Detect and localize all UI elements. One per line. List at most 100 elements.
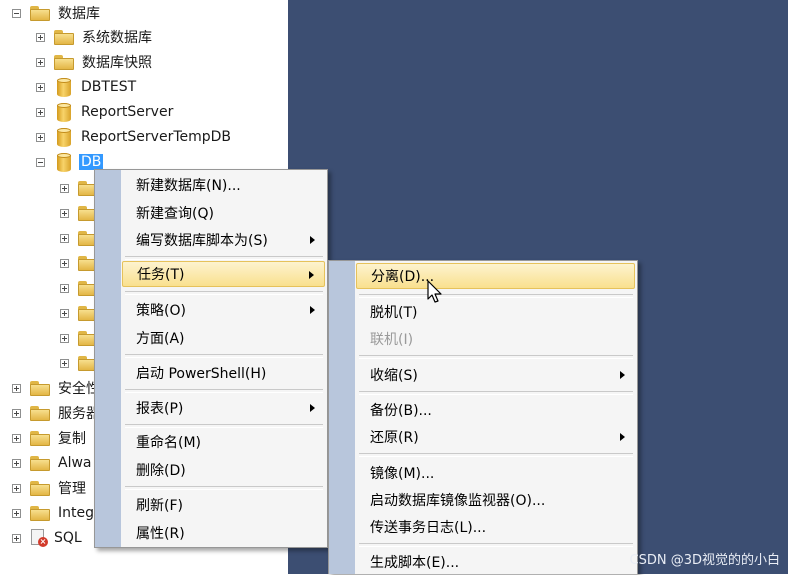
folder-icon (30, 455, 50, 471)
folder-icon (54, 54, 74, 70)
expand-icon[interactable] (60, 308, 69, 318)
folder-icon (30, 5, 50, 21)
submenu-arrow-icon (310, 404, 315, 412)
expand-icon[interactable] (60, 258, 69, 268)
expand-icon[interactable] (12, 408, 21, 418)
menu-item-take-offline[interactable]: 脱机(T) (356, 299, 635, 325)
tree-node-dbtest[interactable]: DBTEST (36, 76, 136, 98)
menu-item-new-query[interactable]: 新建查询(Q) (122, 200, 325, 226)
menu-item-facets[interactable]: 方面(A) (122, 325, 325, 351)
menu-separator (125, 291, 323, 295)
database-icon (57, 102, 71, 122)
folder-icon (30, 480, 50, 496)
folder-icon (30, 505, 50, 521)
menu-item-mirror[interactable]: 镜像(M)... (356, 460, 635, 486)
menu-item-tasks[interactable]: 任务(T) (122, 261, 325, 287)
menu-item-detach[interactable]: 分离(D)... (356, 263, 635, 289)
submenu-arrow-icon (620, 371, 625, 379)
menu-item-properties[interactable]: 属性(R) (122, 520, 325, 546)
menu-item-restore[interactable]: 还原(R) (356, 424, 635, 450)
menu-item-reports[interactable]: 报表(P) (122, 395, 325, 421)
expand-icon[interactable] (60, 183, 69, 193)
menu-separator (359, 355, 633, 359)
menu-item-new-database[interactable]: 新建数据库(N)... (122, 172, 325, 198)
collapse-icon[interactable] (36, 157, 45, 167)
menu-item-refresh[interactable]: 刷新(F) (122, 492, 325, 518)
menu-item-shrink[interactable]: 收缩(S) (356, 362, 635, 388)
folder-icon (54, 29, 74, 45)
tree-node-label: DBTEST (81, 79, 137, 95)
database-icon (57, 77, 71, 97)
folder-icon (30, 430, 50, 446)
menu-gutter (329, 261, 355, 574)
database-icon (57, 127, 71, 147)
menu-separator (359, 294, 633, 298)
tree-node-security[interactable]: 安全性 (12, 377, 100, 399)
expand-icon[interactable] (12, 508, 21, 518)
menu-gutter (95, 170, 121, 547)
menu-separator (359, 453, 633, 457)
collapse-icon[interactable] (12, 8, 21, 18)
tree-node-system-databases[interactable]: 系统数据库 (36, 26, 152, 48)
menu-item-launch-mirroring-monitor[interactable]: 启动数据库镜像监视器(O)... (356, 487, 635, 513)
tree-node-alwayson[interactable]: Alwa (12, 452, 92, 474)
submenu-arrow-icon (309, 271, 314, 279)
tree-node-reportservertempdb[interactable]: ReportServerTempDB (36, 126, 231, 148)
tree-node-reportserver[interactable]: ReportServer (36, 101, 173, 123)
tree-node-databases[interactable]: 数据库 (12, 2, 100, 24)
sql-agent-icon: × (30, 529, 48, 547)
menu-item-backup[interactable]: 备份(B)... (356, 397, 635, 423)
menu-separator (125, 256, 323, 260)
tree-node-management[interactable]: 管理 (12, 477, 86, 499)
tree-node-label: 管理 (58, 481, 86, 497)
tree-node-sql-agent[interactable]: × SQL (12, 527, 82, 549)
tree-node-label: 数据库快照 (82, 55, 152, 71)
expand-icon[interactable] (60, 358, 69, 368)
expand-icon[interactable] (36, 57, 45, 67)
expand-icon[interactable] (12, 533, 21, 543)
submenu-arrow-icon (310, 306, 315, 314)
tree-node-label: Alwa (58, 455, 92, 471)
menu-separator (125, 389, 323, 393)
menu-item-delete[interactable]: 删除(D) (122, 457, 325, 483)
mouse-cursor-icon (427, 280, 442, 303)
expand-icon[interactable] (12, 458, 21, 468)
menu-separator (125, 424, 323, 428)
tree-node-label: DB (79, 154, 104, 170)
expand-icon[interactable] (60, 333, 69, 343)
menu-item-generate-scripts[interactable]: 生成脚本(E)... (356, 549, 635, 575)
folder-icon (30, 380, 50, 396)
tree-node-label: 复制 (58, 431, 86, 447)
submenu-arrow-icon (620, 433, 625, 441)
expand-icon[interactable] (36, 107, 45, 117)
folder-icon (30, 405, 50, 421)
expand-icon[interactable] (36, 82, 45, 92)
expand-icon[interactable] (36, 32, 45, 42)
expand-icon[interactable] (12, 383, 21, 393)
expand-icon[interactable] (12, 483, 21, 493)
expand-icon[interactable] (36, 132, 45, 142)
expand-icon[interactable] (60, 283, 69, 293)
menu-item-policies[interactable]: 策略(O) (122, 297, 325, 323)
tree-node-label: SQL (54, 530, 82, 546)
menu-item-script-database-as[interactable]: 编写数据库脚本为(S) (122, 227, 325, 253)
menu-item-rename[interactable]: 重命名(M) (122, 429, 325, 455)
expand-icon[interactable] (60, 208, 69, 218)
menu-separator (359, 543, 633, 547)
menu-separator (125, 354, 323, 358)
tree-node-label: 数据库 (58, 6, 100, 22)
menu-item-ship-transaction-logs[interactable]: 传送事务日志(L)... (356, 514, 635, 540)
tree-node-integration[interactable]: Integ (12, 502, 94, 524)
tree-node-label: Integ (58, 505, 94, 521)
database-context-menu: 新建数据库(N)... 新建查询(Q) 编写数据库脚本为(S) 任务(T) 策略… (94, 169, 328, 548)
tree-node-database-snapshots[interactable]: 数据库快照 (36, 51, 152, 73)
expand-icon[interactable] (12, 433, 21, 443)
tree-node-label: ReportServer (81, 104, 174, 120)
database-icon (57, 152, 71, 172)
tree-node-label: ReportServerTempDB (81, 129, 232, 145)
watermark: CSDN @3D视觉的的小白 (629, 553, 780, 568)
tree-node-replication[interactable]: 复制 (12, 427, 86, 449)
menu-item-start-powershell[interactable]: 启动 PowerShell(H) (122, 360, 325, 386)
tree-node-server-objects[interactable]: 服务器 (12, 402, 100, 424)
expand-icon[interactable] (60, 233, 69, 243)
